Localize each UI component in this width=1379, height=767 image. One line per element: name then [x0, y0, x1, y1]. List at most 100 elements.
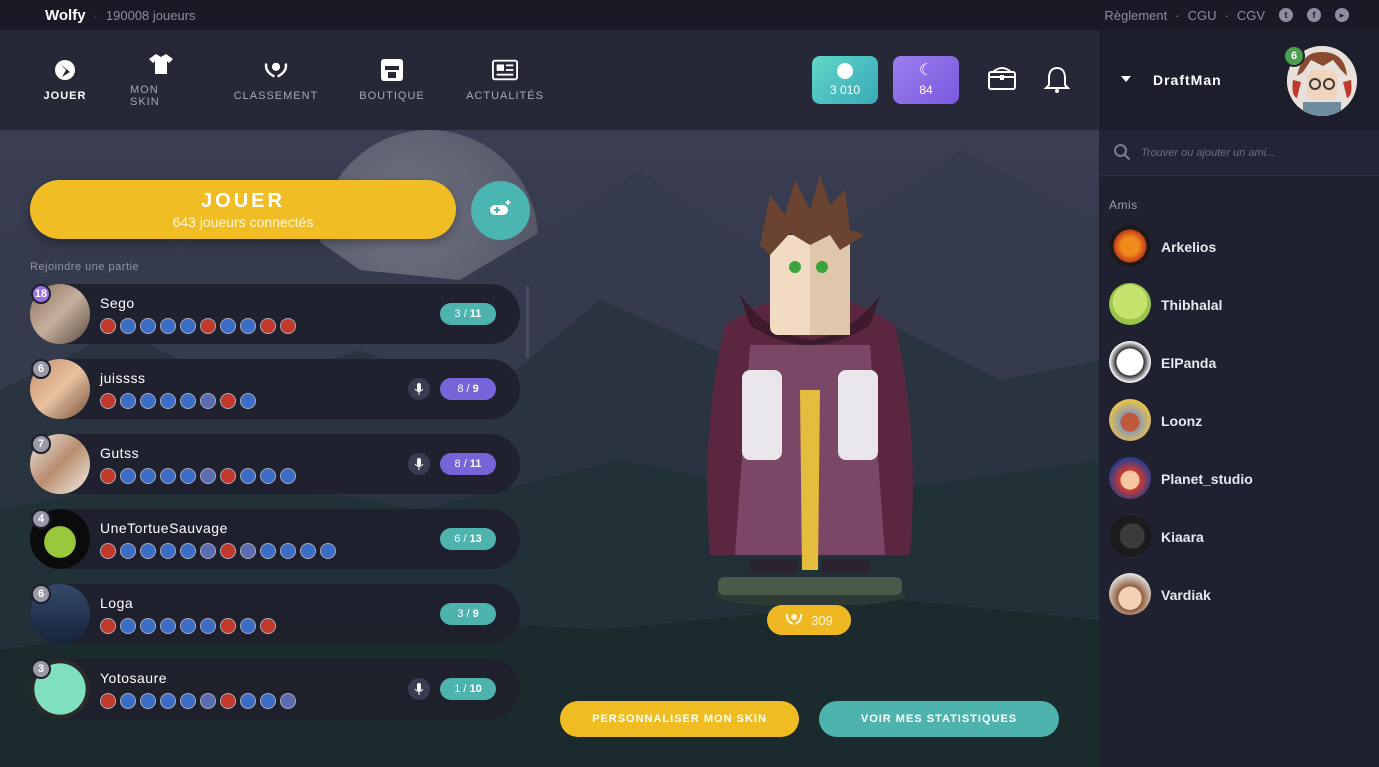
player-count-badge: 3 /11 [440, 303, 496, 325]
game-row[interactable]: 3 Yotosaure 1 /10 [30, 659, 520, 719]
friend-avatar [1109, 515, 1151, 557]
laurel-icon [785, 612, 803, 629]
werewolf-role-icon [100, 693, 116, 709]
cupid-role-icon [200, 468, 216, 484]
chest-icon[interactable] [988, 66, 1016, 94]
profile-username[interactable]: DraftMan [1153, 72, 1222, 88]
twitter-icon[interactable]: t [1279, 8, 1293, 22]
friend-avatar [1109, 341, 1151, 383]
friend-item[interactable]: Vardiak [1109, 573, 1369, 617]
friend-name: ElPanda [1161, 355, 1217, 371]
level-badge: 18 [31, 284, 51, 304]
level-badge: 4 [31, 509, 51, 529]
moons-balance[interactable]: ☾ 84 [893, 56, 959, 104]
rules-link[interactable]: Règlement [1104, 8, 1167, 23]
top-links: Règlement · CGU · CGV t f ▸ [1104, 0, 1349, 30]
villager-role-icon [120, 468, 136, 484]
villager-role-icon [280, 468, 296, 484]
friend-name: Kiaara [1161, 529, 1204, 545]
main-header: JOUER MON SKIN CLASSEMENT BOUTIQUE ACTUA… [0, 30, 1099, 130]
villager-role-icon [260, 693, 276, 709]
level-badge: 6 [31, 359, 51, 379]
villager-role-icon [240, 468, 256, 484]
friend-item[interactable]: Planet_studio [1109, 457, 1369, 501]
game-row[interactable]: 6 juissss 8 /9 [30, 359, 520, 419]
coins-balance[interactable]: 3 010 [812, 56, 878, 104]
friend-item[interactable]: ElPanda [1109, 341, 1369, 385]
host-name: Yotosaure [100, 670, 168, 686]
separator: · [1175, 7, 1180, 23]
host-name: juissss [100, 370, 146, 386]
create-game-button[interactable] [471, 181, 530, 240]
gamepad-icon [489, 199, 513, 222]
score-value: 309 [811, 612, 833, 628]
friends-panel: DraftMan 6 Amis Arkelios Thibhalal ElPan… [1099, 30, 1379, 767]
villager-role-icon [240, 693, 256, 709]
friend-search-input[interactable] [1141, 142, 1361, 164]
seer-role-icon [140, 543, 156, 559]
friend-item[interactable]: Kiaara [1109, 515, 1369, 559]
player-character [707, 175, 913, 605]
separator: · [93, 7, 98, 23]
nav-boutique[interactable]: BOUTIQUE [359, 30, 424, 130]
join-game-label: Rejoindre une partie [30, 261, 140, 273]
bell-icon[interactable] [1043, 66, 1072, 94]
cgu-link[interactable]: CGU [1188, 8, 1217, 23]
profile-header: DraftMan 6 [1099, 30, 1379, 130]
friend-item[interactable]: Thibhalal [1109, 283, 1369, 327]
hunter-role-icon [160, 393, 176, 409]
seer-role-icon [140, 318, 156, 334]
player-count-badge: 8 /11 [440, 453, 496, 475]
moon-icon: ☾ [918, 62, 934, 79]
friend-avatar [1109, 283, 1151, 325]
laurel-icon [263, 58, 289, 82]
coin-icon [837, 63, 853, 79]
play-button[interactable]: JOUER 643 joueurs connectés [30, 180, 456, 239]
villager-role-icon [120, 543, 136, 559]
game-row[interactable]: 7 Gutss 8 /11 [30, 434, 520, 494]
nav-classement[interactable]: CLASSEMENT [192, 30, 360, 130]
host-name: UneTortueSauvage [100, 520, 228, 536]
friend-name: Vardiak [1161, 587, 1211, 603]
guard-role-icon [180, 618, 196, 634]
game-row[interactable]: 18 Sego 3 /11 [30, 284, 520, 344]
main-nav: JOUER MON SKIN CLASSEMENT BOUTIQUE ACTUA… [0, 30, 586, 130]
friend-item[interactable]: Arkelios [1109, 225, 1369, 269]
shirt-icon [148, 52, 174, 76]
werewolf-role-icon [100, 318, 116, 334]
customize-skin-button[interactable]: PERSONNALISER MON SKIN [560, 701, 799, 737]
game-row[interactable]: 6 Loga 3 /9 [30, 584, 520, 644]
brand-logo[interactable]: Wolfy [45, 7, 86, 24]
player-count-badge: 6 /13 [440, 528, 496, 550]
hunter-role-icon [160, 318, 176, 334]
witch-role-icon [220, 618, 236, 634]
friend-item[interactable]: Loonz [1109, 399, 1369, 443]
werewolf-role-icon [100, 468, 116, 484]
nav-label: CLASSEMENT [233, 90, 319, 102]
villager-role-icon [220, 318, 236, 334]
hunter-role-icon [160, 618, 176, 634]
youtube-icon[interactable]: ▸ [1335, 8, 1349, 22]
cgv-link[interactable]: CGV [1237, 8, 1265, 23]
game-row[interactable]: 4 UneTortueSauvage 6 /13 [30, 509, 520, 569]
host-name: Gutss [100, 445, 140, 461]
nav-skin[interactable]: MON SKIN [130, 30, 192, 130]
wolf-role-icon [280, 318, 296, 334]
seer-role-icon [140, 693, 156, 709]
shop-icon [379, 58, 405, 82]
nav-actualites[interactable]: ACTUALITÉS [424, 30, 586, 130]
facebook-icon[interactable]: f [1307, 8, 1321, 22]
werewolf-role-icon [220, 468, 236, 484]
thief-role-icon [280, 693, 296, 709]
view-stats-button[interactable]: VOIR MES STATISTIQUES [819, 701, 1059, 737]
game-list-scrollbar[interactable] [526, 286, 529, 358]
nav-jouer[interactable]: JOUER [0, 30, 130, 130]
level-badge: 7 [31, 434, 51, 454]
moons-value: 84 [919, 83, 933, 97]
villager-role-icon [240, 393, 256, 409]
cupid-role-icon [200, 393, 216, 409]
villager-role-icon [240, 318, 256, 334]
chevron-down-icon[interactable] [1121, 76, 1131, 82]
friend-avatar [1109, 457, 1151, 499]
microphone-icon [408, 453, 430, 475]
